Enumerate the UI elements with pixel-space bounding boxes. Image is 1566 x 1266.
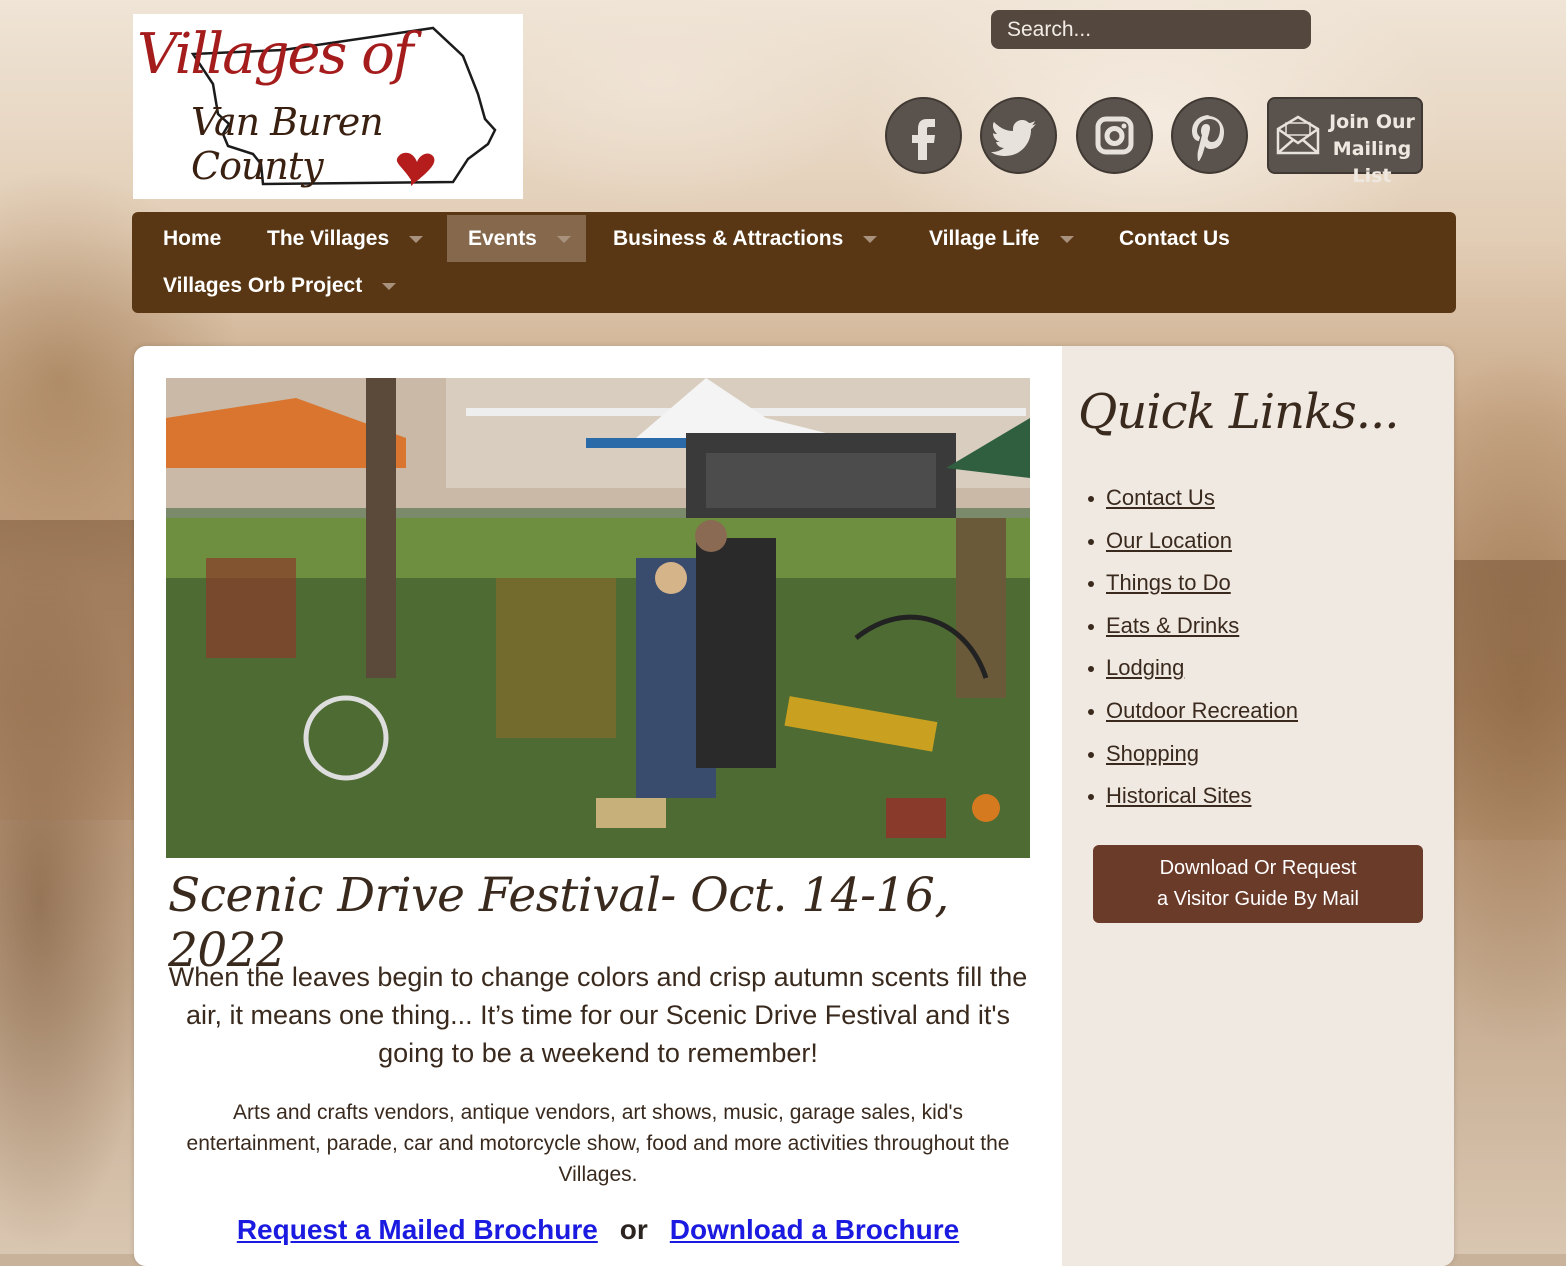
content-panel: Scenic Drive Festival- Oct. 14-16, 2022 …	[134, 346, 1454, 1266]
list-item: Outdoor Recreation	[1088, 690, 1298, 733]
nav-item-village-life[interactable]: Village Life	[929, 215, 1074, 262]
intro-paragraph: When the leaves begin to change colors a…	[168, 962, 1028, 1068]
join-mailing-list-button[interactable]: Join Our Mailing List	[1267, 97, 1423, 187]
logo-line2: Van Buren County	[191, 100, 384, 188]
list-item: Lodging	[1088, 647, 1298, 690]
request-brochure-link[interactable]: Request a Mailed Brochure	[237, 1214, 598, 1245]
quick-link-historical-sites[interactable]: Historical Sites	[1106, 783, 1251, 808]
pinterest-icon[interactable]	[1171, 97, 1248, 174]
visitor-guide-button[interactable]: Download Or Request a Visitor Guide By M…	[1093, 845, 1423, 923]
download-brochure-link[interactable]: Download a Brochure	[670, 1214, 959, 1245]
nav-label: Events	[468, 227, 537, 250]
quick-link-outdoor-recreation[interactable]: Outdoor Recreation	[1106, 698, 1298, 723]
caret-down-icon	[1059, 235, 1074, 243]
quick-link-our-location[interactable]: Our Location	[1106, 528, 1232, 553]
list-item: Shopping	[1088, 733, 1298, 776]
nav-label: Villages Orb Project	[163, 274, 363, 297]
list-item: Things to Do	[1088, 562, 1298, 605]
list-item: Eats & Drinks	[1088, 605, 1298, 648]
quick-link-contact-us[interactable]: Contact Us	[1106, 485, 1215, 510]
instagram-icon[interactable]	[1076, 97, 1153, 174]
logo-line1: Villages of	[137, 22, 414, 87]
nav-item-business-attractions[interactable]: Business & Attractions	[613, 215, 878, 262]
nav-label: Village Life	[929, 227, 1040, 250]
list-item: Historical Sites	[1088, 775, 1298, 818]
guide-button-line2: a Visitor Guide By Mail	[1157, 888, 1359, 910]
nav-label: The Villages	[267, 227, 390, 250]
caret-down-icon	[382, 282, 397, 290]
quick-link-lodging[interactable]: Lodging	[1106, 655, 1184, 680]
quick-link-eats-drinks[interactable]: Eats & Drinks	[1106, 613, 1239, 638]
facebook-icon[interactable]	[885, 97, 962, 174]
activities-paragraph: Arts and crafts vendors, antique vendors…	[186, 1101, 1010, 1186]
nav-item-the-villages[interactable]: The Villages	[267, 215, 424, 262]
mailing-list-label: Join Our Mailing List	[1329, 111, 1415, 187]
search-input[interactable]	[991, 10, 1311, 49]
festival-photo	[166, 378, 1030, 858]
nav-label: Contact Us	[1119, 227, 1230, 250]
background-building-right	[1454, 560, 1566, 840]
background-building-left	[0, 520, 140, 820]
envelope-icon	[1276, 115, 1320, 155]
caret-down-icon	[556, 235, 571, 243]
list-item: Contact Us	[1088, 477, 1298, 520]
site-logo[interactable]: Villages of Van Buren County	[133, 14, 523, 199]
nav-item-villages-orb-project[interactable]: Villages Orb Project	[163, 262, 397, 309]
list-item: Our Location	[1088, 520, 1298, 563]
nav-item-events[interactable]: Events	[447, 215, 586, 262]
nav-label: Business & Attractions	[613, 227, 844, 250]
main-navigation: Home The Villages Events Business & Attr…	[132, 212, 1456, 313]
quick-links-list: Contact Us Our Location Things to Do Eat…	[1088, 477, 1298, 818]
twitter-icon[interactable]	[980, 97, 1057, 174]
nav-label: Home	[163, 227, 222, 250]
caret-down-icon	[409, 235, 424, 243]
nav-item-contact-us[interactable]: Contact Us	[1119, 215, 1230, 262]
quick-link-shopping[interactable]: Shopping	[1106, 741, 1199, 766]
quick-links-title: Quick Links...	[1078, 384, 1399, 440]
brochure-links: Request a Mailed Brochure or Download a Br…	[164, 1214, 1032, 1246]
nav-item-home[interactable]: Home	[163, 215, 221, 262]
guide-button-line1: Download Or Request	[1159, 857, 1357, 879]
quick-link-things-to-do[interactable]: Things to Do	[1106, 570, 1231, 595]
caret-down-icon	[863, 235, 878, 243]
or-separator: or	[619, 1214, 648, 1245]
